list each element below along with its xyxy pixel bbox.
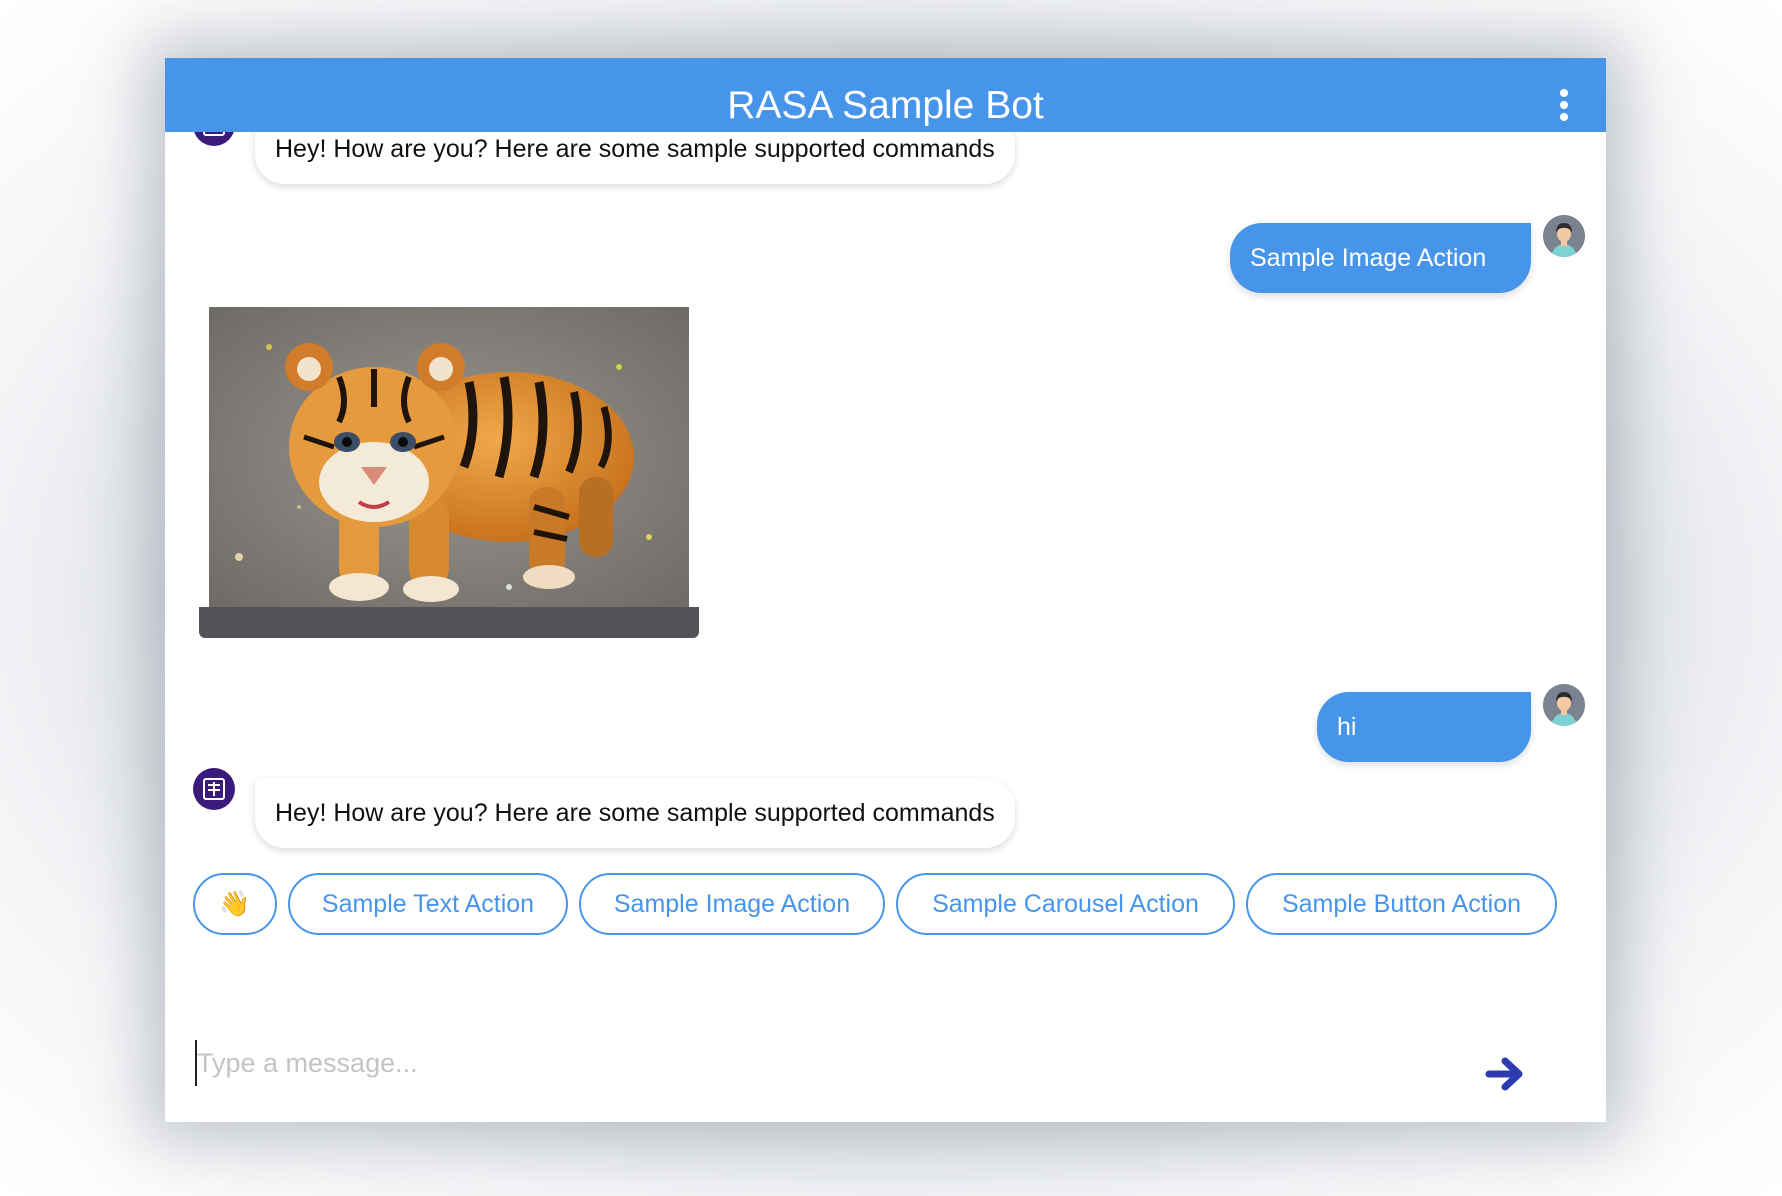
image-caption-bar <box>199 607 699 638</box>
chat-header: RASA Sample Bot <box>165 58 1606 132</box>
tiger-cub-picture <box>209 307 689 607</box>
user-icon <box>1543 684 1585 726</box>
wave-emoji: 👋 <box>219 890 251 918</box>
header-title: RASA Sample Bot <box>727 84 1044 127</box>
bot-icon <box>203 778 225 800</box>
user-icon <box>1543 215 1585 257</box>
user-avatar <box>1543 684 1585 726</box>
quick-reply-text-action[interactable]: Sample Text Action <box>288 873 568 935</box>
bot-message: Hey! How are you? Here are some sample s… <box>255 778 1015 848</box>
quick-reply-button-action[interactable]: Sample Button Action <box>1246 873 1557 935</box>
arrow-right-icon <box>1485 1057 1523 1091</box>
bot-image-message <box>199 307 699 638</box>
quick-reply-carousel-action[interactable]: Sample Carousel Action <box>896 873 1235 935</box>
quick-reply-wave[interactable]: 👋 <box>193 873 277 935</box>
quick-replies: 👋 Sample Text Action Sample Image Action… <box>165 873 1606 937</box>
message-text: Hey! How are you? Here are some sample s… <box>275 799 995 827</box>
message-list[interactable]: Hey! How are you? Here are some sample s… <box>165 58 1606 978</box>
message-input[interactable] <box>195 1040 1395 1086</box>
user-message: hi <box>1317 692 1531 762</box>
tiger-cub-image[interactable] <box>209 307 689 607</box>
message-text: Sample Image Action <box>1250 244 1487 272</box>
message-composer <box>165 1018 1606 1122</box>
quick-reply-label: Sample Image Action <box>613 890 851 918</box>
message-text: hi <box>1337 713 1357 741</box>
user-avatar <box>1543 215 1585 257</box>
user-message: Sample Image Action <box>1230 223 1531 293</box>
quick-reply-label: Sample Button Action <box>1281 890 1522 918</box>
quick-reply-label: Sample Carousel Action <box>932 890 1199 918</box>
bot-avatar <box>193 768 235 810</box>
more-vertical-icon[interactable] <box>1559 89 1569 123</box>
send-button[interactable] <box>1483 1052 1527 1096</box>
quick-reply-label: Sample Text Action <box>321 890 535 918</box>
chat-window: Hey! How are you? Here are some sample s… <box>165 58 1606 1122</box>
quick-reply-image-action[interactable]: Sample Image Action <box>579 873 885 935</box>
message-text: Hey! How are you? Here are some sample s… <box>275 135 995 163</box>
